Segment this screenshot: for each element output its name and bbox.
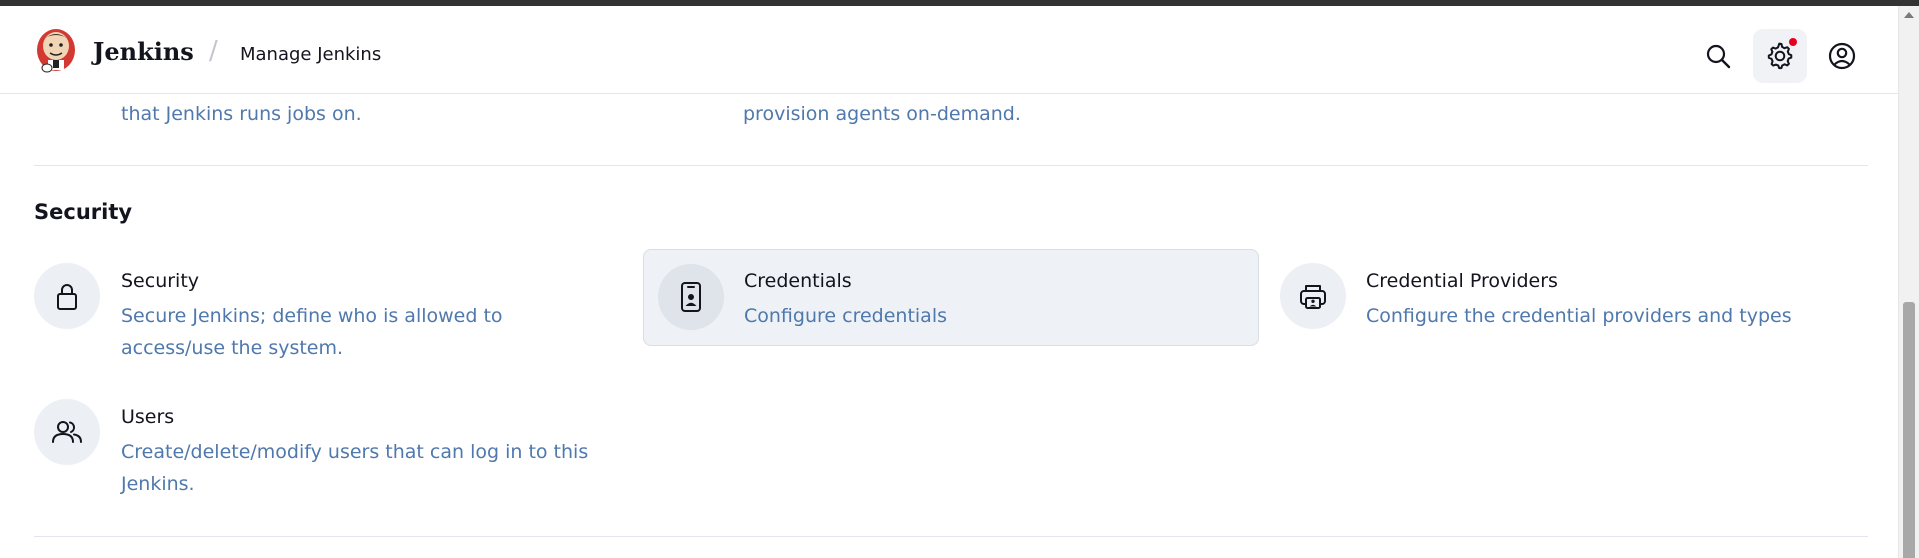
lock-icon [34,263,100,329]
prev-section-desc-right: provision agents on-demand. [743,103,1021,125]
tile-credentials[interactable]: Credentials Configure credentials [643,249,1259,346]
breadcrumb-manage-jenkins[interactable]: Manage Jenkins [240,44,381,65]
tile-credential-providers[interactable]: Credential Providers Configure the crede… [1280,262,1870,362]
tile-security[interactable]: Security Secure Jenkins; define who is a… [34,262,634,362]
brand-link[interactable]: Jenkins [93,37,194,66]
search-icon [1706,44,1731,69]
gear-icon [1767,42,1793,70]
user-account-button[interactable] [1815,29,1869,83]
search-button[interactable] [1691,29,1745,83]
prev-section-desc-left: that Jenkins runs jobs on. [121,103,362,125]
breadcrumb-separator: / [209,36,218,66]
tile-credentials-desc: Configure credentials [744,305,947,327]
vertical-scrollbar[interactable] [1898,6,1919,558]
page-header: Jenkins / Manage Jenkins [0,6,1898,94]
jenkins-logo-icon[interactable] [34,26,78,74]
section-divider-bottom [34,536,1868,537]
notification-dot [1789,38,1797,46]
tile-security-desc: Secure Jenkins; define who is allowed to… [121,305,503,359]
scroll-up-arrow-icon[interactable] [1904,12,1914,18]
tile-credential-providers-desc: Configure the credential providers and t… [1366,305,1792,327]
phone-id-icon [658,264,724,330]
tile-security-title: Security [121,270,200,292]
tile-users-title: Users [121,406,175,428]
manage-jenkins-button[interactable] [1753,29,1807,83]
users-icon [34,399,100,465]
printer-id-icon [1280,263,1346,329]
tile-users-desc: Create/delete/modify users that can log … [121,441,589,495]
user-circle-icon [1828,42,1856,70]
scrollbar-thumb[interactable] [1903,302,1915,558]
tile-credential-providers-title: Credential Providers [1366,270,1558,292]
section-title-security: Security [34,200,133,224]
tile-credentials-title: Credentials [744,270,852,292]
section-divider [34,165,1868,166]
tile-users[interactable]: Users Create/delete/modify users that ca… [34,399,634,499]
